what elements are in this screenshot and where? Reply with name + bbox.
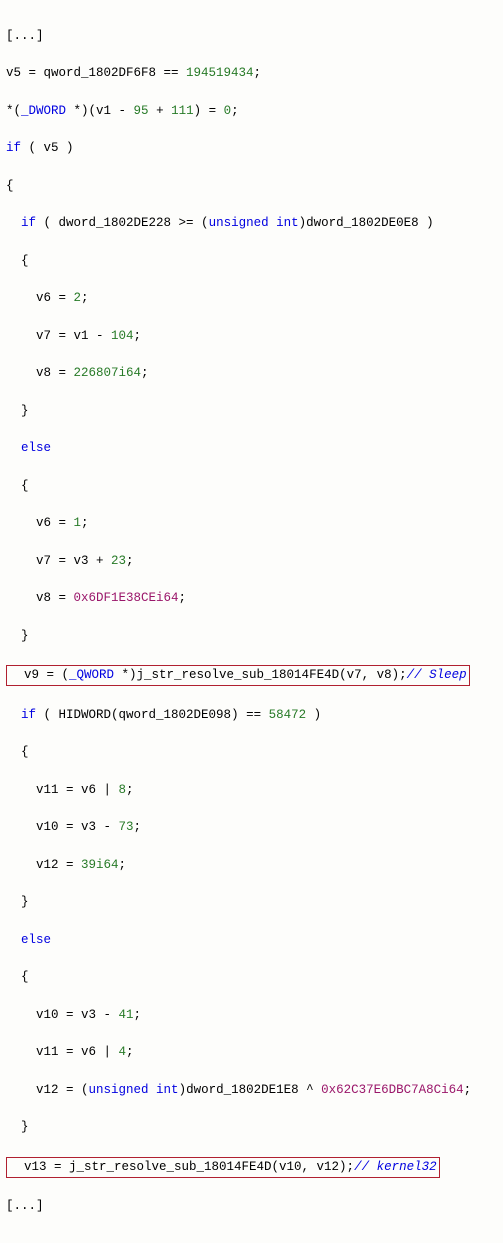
code-line: v8 = 226807i64;	[6, 364, 497, 383]
code-line: v12 = (unsigned int)dword_1802DE1E8 ^ 0x…	[6, 1081, 497, 1100]
code-line: {	[6, 968, 497, 987]
ellipsis: [...]	[6, 1199, 44, 1213]
decompiled-code-block: [...] v5 = qword_1802DF6F8 == 194519434;…	[6, 8, 497, 1235]
code-line: {	[6, 177, 497, 196]
code-line: v10 = v3 - 41;	[6, 1006, 497, 1025]
code-line: if ( dword_1802DE228 >= (unsigned int)dw…	[6, 214, 497, 233]
code-line: v7 = v3 + 23;	[6, 552, 497, 571]
code-line: v7 = v1 - 104;	[6, 327, 497, 346]
code-line: {	[6, 743, 497, 762]
code-line: if ( HIDWORD(qword_1802DE098) == 58472 )	[6, 706, 497, 725]
code-line: v13 = j_str_resolve_sub_18014FE4D(v10, v…	[6, 1156, 497, 1179]
code-line: if ( v5 )	[6, 139, 497, 158]
code-line: }	[6, 1118, 497, 1137]
code-line: v12 = 39i64;	[6, 856, 497, 875]
code-line: [...]	[6, 27, 497, 46]
code-line: }	[6, 402, 497, 421]
code-line: v9 = (_QWORD *)j_str_resolve_sub_18014FE…	[6, 664, 497, 687]
code-line: else	[6, 439, 497, 458]
code-line: }	[6, 893, 497, 912]
code-line: {	[6, 252, 497, 271]
code-line: *(_DWORD *)(v1 - 95 + 111) = 0;	[6, 102, 497, 121]
code-line: v10 = v3 - 73;	[6, 818, 497, 837]
highlight-sleep-call: v9 = (_QWORD *)j_str_resolve_sub_18014FE…	[6, 665, 470, 686]
ellipsis: [...]	[6, 29, 44, 43]
code-line: else	[6, 931, 497, 950]
highlight-kernel32-call: v13 = j_str_resolve_sub_18014FE4D(v10, v…	[6, 1157, 440, 1178]
code-line: v5 = qword_1802DF6F8 == 194519434;	[6, 64, 497, 83]
code-line: }	[6, 627, 497, 646]
code-line: v8 = 0x6DF1E38CEi64;	[6, 589, 497, 608]
code-line: v11 = v6 | 4;	[6, 1043, 497, 1062]
code-line: v11 = v6 | 8;	[6, 781, 497, 800]
code-line: v6 = 1;	[6, 514, 497, 533]
code-line: v6 = 2;	[6, 289, 497, 308]
code-line: [...]	[6, 1197, 497, 1216]
code-line: {	[6, 477, 497, 496]
